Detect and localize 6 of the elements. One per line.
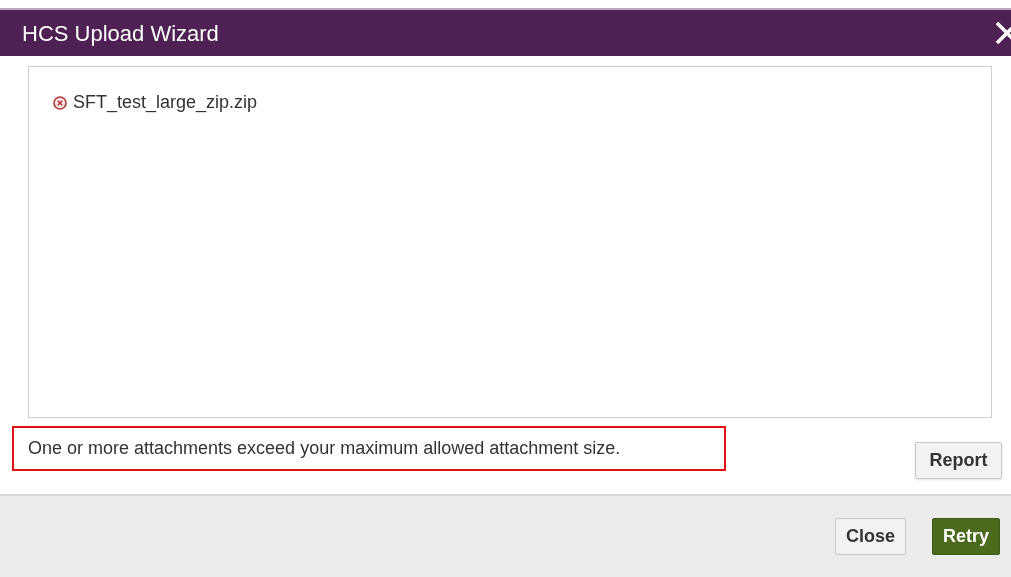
error-message: One or more attachments exceed your maximum allowed attachment size. (12, 426, 726, 471)
file-name: SFT_test_large_zip.zip (73, 91, 258, 115)
window-title: HCS Upload Wizard (22, 19, 219, 48)
retry-button[interactable]: Retry (931, 518, 1000, 555)
close-button[interactable]: Close (834, 518, 906, 555)
report-button[interactable]: Report (915, 442, 1002, 479)
